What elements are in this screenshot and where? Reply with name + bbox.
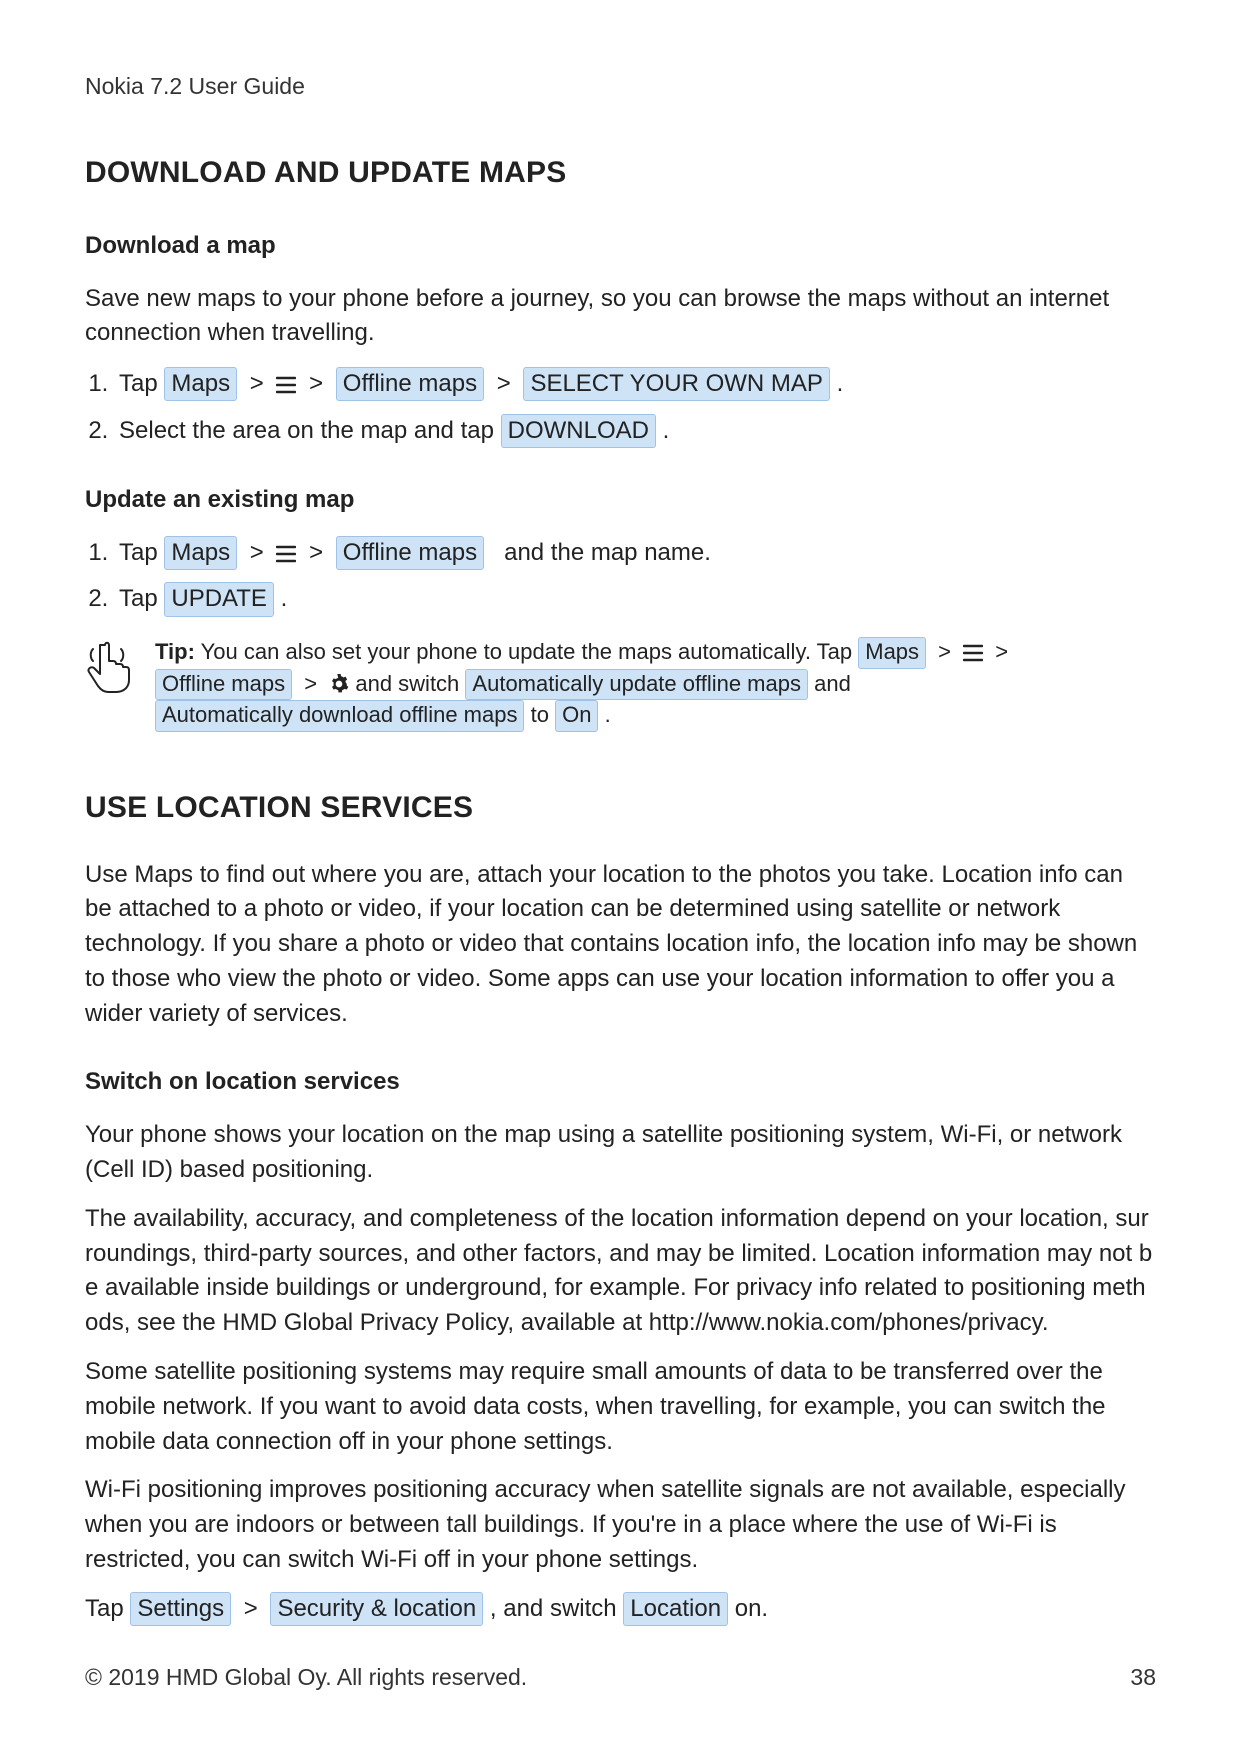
text: .: [281, 585, 288, 612]
text: Tap: [119, 370, 158, 397]
text: Select the area on the map and tap: [119, 417, 494, 444]
ui-chip-select-your-own-map: SELECT YOUR OWN MAP: [523, 367, 830, 401]
tip-body: Tip: You can also set your phone to upda…: [155, 637, 1156, 732]
ui-chip-auto-download-offline-maps: Automatically download offline maps: [155, 700, 524, 732]
ui-chip-offline-maps: Offline maps: [155, 669, 292, 701]
paragraph: Some satellite positioning systems may r…: [85, 1355, 1156, 1459]
text: Tap: [85, 1595, 124, 1622]
breadcrumb-separator: >: [303, 539, 329, 566]
list-item: Tap Maps > > Offline maps and the map na…: [115, 536, 1156, 571]
ui-chip-on: On: [555, 700, 598, 732]
ui-chip-location: Location: [623, 1592, 728, 1626]
subsection-title-update-map: Update an existing map: [85, 483, 1156, 518]
text: and switch: [355, 671, 459, 696]
breadcrumb-separator: >: [303, 370, 329, 397]
hamburger-icon: [276, 376, 296, 394]
text: Tap: [119, 539, 158, 566]
section-title-download-update-maps: DOWNLOAD AND UPDATE MAPS: [85, 151, 1156, 195]
text: [491, 539, 498, 566]
list-item: Tap Maps > > Offline maps > SELECT YOUR …: [115, 367, 1156, 402]
breadcrumb-separator: >: [298, 671, 323, 696]
ordered-list: Tap Maps > > Offline maps and the map na…: [85, 536, 1156, 618]
breadcrumb-separator: >: [989, 639, 1014, 664]
ui-chip-offline-maps: Offline maps: [336, 536, 484, 570]
ui-chip-maps: Maps: [858, 637, 926, 669]
list-item: Select the area on the map and tap DOWNL…: [115, 414, 1156, 449]
breadcrumb-separator: >: [238, 1595, 264, 1622]
ui-chip-maps: Maps: [164, 367, 237, 401]
paragraph: The availability, accuracy, and complete…: [85, 1202, 1156, 1341]
text: .: [663, 417, 670, 444]
hamburger-icon: [276, 545, 296, 563]
page-footer: © 2019 HMD Global Oy. All rights reserve…: [85, 1661, 1156, 1694]
text: .: [605, 702, 611, 727]
page-number: 38: [1130, 1661, 1156, 1694]
gear-icon: [329, 674, 349, 694]
running-header: Nokia 7.2 User Guide: [85, 70, 1156, 103]
text: to: [531, 702, 549, 727]
text: on.: [735, 1595, 768, 1622]
list-item: Tap UPDATE .: [115, 582, 1156, 617]
breadcrumb-separator: >: [244, 539, 270, 566]
ui-chip-offline-maps: Offline maps: [336, 367, 484, 401]
text: , and switch: [490, 1595, 617, 1622]
hamburger-icon: [963, 644, 983, 662]
subsection-title-switch-on-location: Switch on location services: [85, 1065, 1156, 1100]
ordered-list: Tap Maps > > Offline maps > SELECT YOUR …: [85, 367, 1156, 449]
paragraph: Tap Settings > Security & location , and…: [85, 1592, 1156, 1627]
paragraph: Save new maps to your phone before a jou…: [85, 282, 1156, 352]
ui-chip-download: DOWNLOAD: [501, 414, 656, 448]
text: .: [837, 370, 844, 397]
paragraph: Your phone shows your location on the ma…: [85, 1118, 1156, 1188]
tip-label: Tip:: [155, 639, 195, 664]
copyright-text: © 2019 HMD Global Oy. All rights reserve…: [85, 1661, 527, 1694]
section-title-use-location-services: USE LOCATION SERVICES: [85, 786, 1156, 830]
breadcrumb-separator: >: [491, 370, 517, 397]
ui-chip-auto-update-offline-maps: Automatically update offline maps: [465, 669, 808, 701]
paragraph: Wi-Fi positioning improves positioning a…: [85, 1473, 1156, 1577]
ui-chip-maps: Maps: [164, 536, 237, 570]
pointing-hand-icon: [85, 639, 137, 704]
ui-chip-settings: Settings: [130, 1592, 231, 1626]
text: Tap: [119, 585, 158, 612]
subsection-title-download-map: Download a map: [85, 229, 1156, 264]
breadcrumb-separator: >: [244, 370, 270, 397]
paragraph: Use Maps to find out where you are, atta…: [85, 858, 1156, 1032]
text: You can also set your phone to update th…: [201, 639, 852, 664]
tip-callout: Tip: You can also set your phone to upda…: [85, 637, 1156, 732]
ui-chip-security-location: Security & location: [270, 1592, 483, 1626]
ui-chip-update: UPDATE: [164, 582, 274, 616]
text: and the map name.: [504, 539, 711, 566]
breadcrumb-separator: >: [932, 639, 957, 664]
text: and: [814, 671, 851, 696]
